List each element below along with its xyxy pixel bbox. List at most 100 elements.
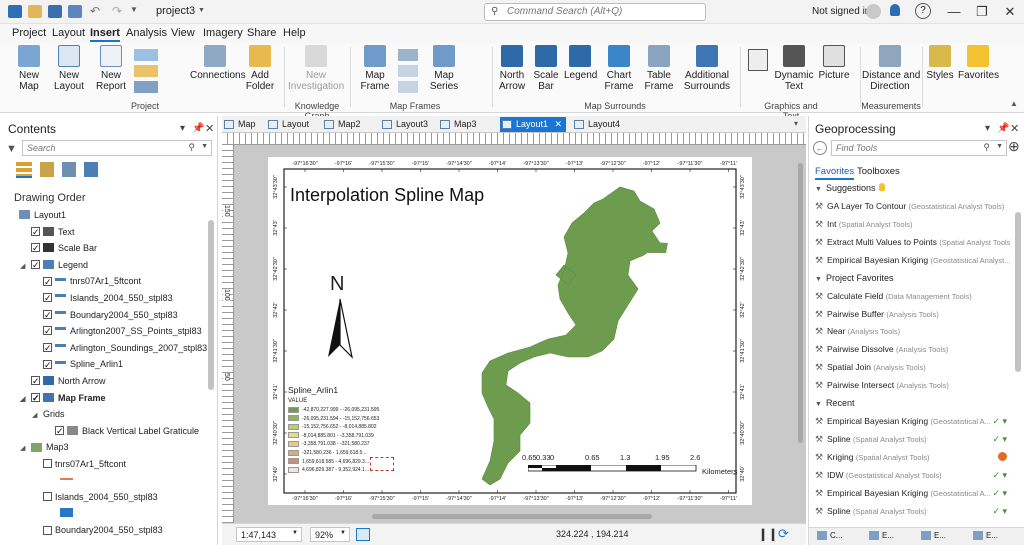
- tree-item[interactable]: ◢ Legend: [20, 257, 88, 273]
- tree-item[interactable]: Text: [20, 224, 75, 240]
- section-suggestions[interactable]: ▼ Suggestions: [815, 183, 886, 193]
- connections-button[interactable]: Connections: [190, 45, 246, 81]
- tab-project[interactable]: Project: [12, 27, 46, 39]
- collapse-icon[interactable]: ▼: [815, 401, 822, 408]
- geo-scrollbar[interactable]: [1015, 212, 1021, 372]
- tree-item[interactable]: Boundary2004_550_stpl83: [32, 522, 163, 538]
- picture-button[interactable]: Picture: [818, 45, 850, 81]
- visibility-checkbox[interactable]: [43, 323, 52, 339]
- warning-icon[interactable]: [998, 451, 1007, 461]
- new-project-icon[interactable]: [8, 5, 22, 18]
- visibility-checkbox[interactable]: [31, 390, 40, 406]
- distance-direction-button[interactable]: Distance and Direction: [862, 45, 920, 92]
- tree-item[interactable]: Arlington_Soundings_2007_stpl83: [32, 340, 207, 356]
- map-legend[interactable]: Spline_Arlin1 VALUE -42,870,227.999 - -2…: [288, 385, 408, 495]
- quick-access-chevron-icon[interactable]: ▼: [130, 5, 138, 14]
- tree-item[interactable]: ◢ Map Frame: [20, 390, 106, 406]
- map-series-button[interactable]: Map Series: [426, 45, 462, 92]
- redo-icon[interactable]: ↷: [112, 4, 122, 18]
- tree-item[interactable]: Scale Bar: [20, 240, 97, 256]
- doc-tab[interactable]: Map2: [322, 117, 361, 132]
- add-data-small-icons[interactable]: [134, 49, 158, 93]
- visibility-checkbox[interactable]: [43, 274, 52, 290]
- scale-select[interactable]: 1:47,143 ▼: [236, 527, 302, 542]
- doc-tab[interactable]: Layout1 ✕: [500, 117, 567, 132]
- visibility-checkbox[interactable]: [43, 340, 52, 356]
- tool-item[interactable]: ⚒ Empirical Bayesian Kriging (Geostatisti…: [815, 252, 1011, 269]
- add-icon[interactable]: ⊕: [1008, 138, 1020, 155]
- tool-item[interactable]: ⚒ GA Layer To Contour (Geostatistical Ana…: [815, 198, 1011, 215]
- doc-tab[interactable]: Layout3: [380, 117, 428, 132]
- close-pane-icon[interactable]: ✕: [1010, 122, 1019, 135]
- close-tab-icon[interactable]: ✕: [554, 117, 562, 132]
- minimize-button[interactable]: —: [940, 3, 968, 21]
- doc-tabs-menu-icon[interactable]: ▾: [794, 119, 798, 128]
- success-check-icon[interactable]: ✓ ▾: [992, 503, 1007, 520]
- pause-drawing-icon[interactable]: ❙❙: [758, 527, 778, 541]
- success-check-icon[interactable]: ✓ ▾: [992, 431, 1007, 448]
- tree-item[interactable]: ◢ Grids: [32, 406, 65, 422]
- layout-vertical-scrollbar[interactable]: [798, 163, 803, 443]
- tab-help[interactable]: Help: [283, 27, 306, 39]
- filter-icon[interactable]: ▼: [6, 143, 17, 155]
- success-check-icon[interactable]: ✓ ▾: [992, 467, 1007, 484]
- visibility-checkbox[interactable]: [55, 423, 64, 439]
- tab-layout[interactable]: Layout: [52, 27, 85, 39]
- expand-icon[interactable]: ◢: [20, 392, 28, 408]
- tool-item[interactable]: ⚒ Spline (Spatial Analyst Tools) ✓ ▾: [815, 503, 1011, 520]
- doc-tab[interactable]: Map: [222, 117, 256, 132]
- tool-item[interactable]: ⚒ Spatial Join (Analysis Tools): [815, 359, 1011, 376]
- refresh-icon[interactable]: ⟳: [778, 526, 789, 542]
- doc-tab[interactable]: Layout4: [572, 117, 620, 132]
- doc-tab[interactable]: Layout: [266, 117, 309, 132]
- tab-insert[interactable]: Insert: [90, 27, 120, 42]
- graphics-shapes-icon[interactable]: [748, 49, 768, 71]
- new-report-button[interactable]: New Report: [92, 45, 130, 92]
- map-frame-button[interactable]: Map Frame: [356, 45, 394, 92]
- table-frame-button[interactable]: Table Frame: [642, 45, 676, 92]
- visibility-checkbox[interactable]: [31, 224, 40, 240]
- list-by-labeling-icon[interactable]: [84, 162, 98, 177]
- tab-view[interactable]: View: [171, 27, 195, 39]
- tool-item[interactable]: ⚒ Pairwise Dissolve (Analysis Tools): [815, 341, 1011, 358]
- visibility-checkbox[interactable]: [43, 492, 52, 502]
- new-map-button[interactable]: New Map: [10, 45, 48, 92]
- tool-item[interactable]: ⚒ Calculate Field (Data Management Tools): [815, 288, 1011, 305]
- tool-item[interactable]: ⚒ Empirical Bayesian Kriging (Geostatisti…: [815, 413, 1011, 430]
- tree-item[interactable]: Islands_2004_550_stpl83: [32, 290, 173, 306]
- tool-item[interactable]: ⚒ Int (Spatial Analyst Tools): [815, 216, 1011, 233]
- tab-toolboxes[interactable]: Toolboxes: [857, 166, 900, 177]
- visibility-checkbox[interactable]: [43, 459, 52, 469]
- tree-item[interactable]: Layout1: [8, 207, 66, 223]
- pin-icon[interactable]: 📌: [192, 123, 204, 134]
- favorites-button[interactable]: Favorites: [958, 45, 999, 81]
- list-by-drawing-order-icon[interactable]: [16, 162, 32, 178]
- tool-item[interactable]: ⚒ Spline (Spatial Analyst Tools) ✓ ▾: [815, 431, 1011, 448]
- new-investigation-button[interactable]: New Investigation: [288, 45, 344, 92]
- tool-item[interactable]: ⚒ Pairwise Intersect (Analysis Tools): [815, 377, 1011, 394]
- find-tools-input[interactable]: Find Tools ⚲ ▼: [831, 140, 1007, 156]
- undo-icon[interactable]: ↶: [90, 4, 100, 18]
- expand-icon[interactable]: ◢: [20, 259, 28, 275]
- north-arrow-button[interactable]: North Arrow: [496, 45, 528, 92]
- pane-menu-icon[interactable]: ▾: [180, 123, 185, 134]
- doc-tab[interactable]: Map3: [438, 117, 477, 132]
- save-icon[interactable]: [48, 5, 62, 18]
- tree-item[interactable]: Islands_2004_550_stpl83: [32, 489, 158, 505]
- tab-analysis[interactable]: Analysis: [126, 27, 167, 39]
- expand-icon[interactable]: ◢: [20, 441, 28, 457]
- tree-item[interactable]: tnrs07Ar1_5ftcont: [32, 456, 126, 472]
- notifications-icon[interactable]: [890, 4, 900, 16]
- bottom-pane-tab[interactable]: E...: [973, 531, 998, 541]
- layout-view[interactable]: 150 100 50 -97°16'30" -97°16' -97°15'30" -9…: [222, 133, 806, 523]
- expand-icon[interactable]: ◢: [32, 408, 40, 424]
- open-project-icon[interactable]: [28, 5, 42, 18]
- new-layout-button[interactable]: New Layout: [50, 45, 88, 92]
- tree-item[interactable]: ◢ Map3: [20, 439, 69, 455]
- tool-item[interactable]: ⚒ Extract Multi Values to Points (Spatial…: [815, 234, 1011, 251]
- tab-share[interactable]: Share: [247, 27, 276, 39]
- search-dropdown-icon[interactable]: ▼: [201, 143, 208, 150]
- visibility-checkbox[interactable]: [43, 357, 52, 373]
- help-icon[interactable]: ?: [915, 3, 931, 19]
- scale-bar-button[interactable]: Scale Bar: [532, 45, 560, 92]
